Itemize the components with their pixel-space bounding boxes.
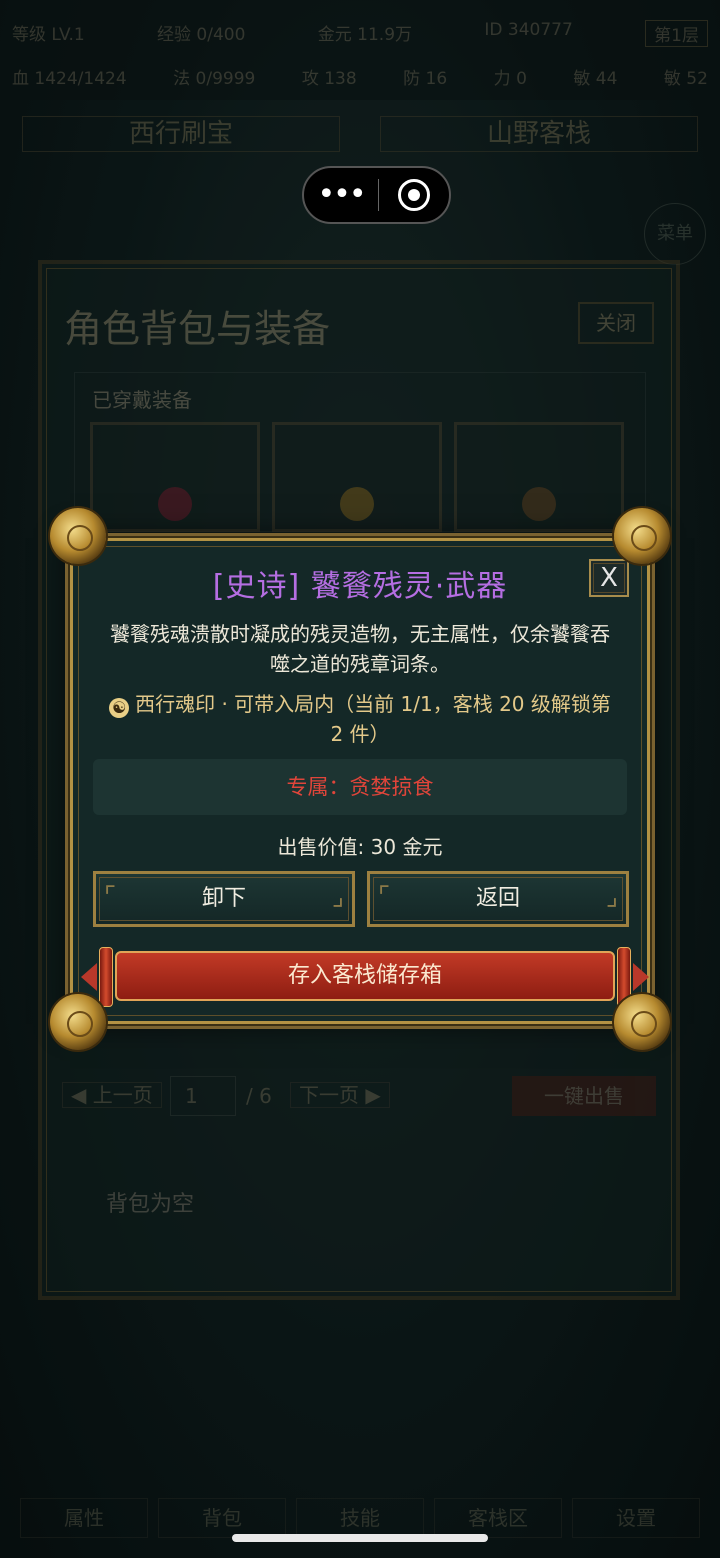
gold-corner-icon — [50, 508, 106, 564]
store-button[interactable]: 存入客栈储存箱 — [81, 947, 649, 1007]
bracket-right-icon: ⌟ — [605, 882, 618, 912]
scroll-tip-left-icon — [81, 963, 97, 991]
bracket-right-icon: ⌟ — [331, 882, 344, 912]
sell-price: 出售价值: 30 金元 — [277, 835, 443, 859]
bracket-left-icon: ⌜ — [378, 882, 391, 912]
gold-corner-icon — [50, 994, 106, 1050]
soul-seal-line: ☯ 西行魂印 · 可带入局内（当前 1/1，客栈 20 级解锁第 2 件） — [101, 689, 619, 749]
item-title: [史诗] 饕餮残灵·武器 — [212, 569, 508, 604]
yin-yang-icon: ☯ — [109, 698, 130, 718]
close-program-icon[interactable] — [379, 179, 449, 211]
exclusive-affix: 专属：贪婪掠食 — [93, 759, 627, 815]
scroll-cap-left-icon — [99, 947, 113, 1007]
item-dialog: [史诗] 饕餮残灵·武器 X 饕餮残魂溃散时凝成的残灵造物，无主属性，仅余饕餮吞… — [70, 538, 650, 1024]
back-button[interactable]: ⌜ 返回 ⌟ — [367, 871, 629, 927]
dialog-close-button[interactable]: X — [589, 559, 629, 597]
home-indicator[interactable] — [232, 1534, 488, 1542]
store-label: 存入客栈储存箱 — [287, 963, 442, 988]
item-description: 饕餮残魂溃散时凝成的残灵造物，无主属性，仅余饕餮吞噬之道的残章词条。 — [110, 622, 610, 676]
soul-seal-text: 西行魂印 · 可带入局内（当前 1/1，客栈 20 级解锁第 2 件） — [135, 692, 611, 746]
unequip-label: 卸下 — [201, 886, 246, 911]
unequip-button[interactable]: ⌜ 卸下 ⌟ — [93, 871, 355, 927]
more-icon[interactable]: ••• — [304, 180, 378, 210]
gold-corner-icon — [614, 994, 670, 1050]
back-label: 返回 — [475, 886, 520, 911]
mini-program-capsule: ••• — [302, 166, 451, 224]
scroll-tip-right-icon — [633, 963, 649, 991]
gold-corner-icon — [614, 508, 670, 564]
bracket-left-icon: ⌜ — [104, 882, 117, 912]
